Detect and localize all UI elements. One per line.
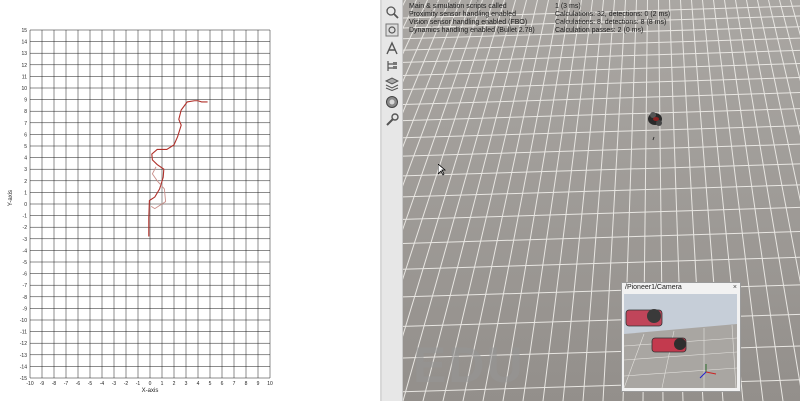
y-tick-label: -8 [23, 295, 28, 301]
camera-floating-view[interactable]: /Pioneer1/Camera × [621, 282, 741, 392]
y-tick-label: -4 [23, 248, 28, 254]
x-tick-label: 8 [245, 381, 248, 387]
x-tick-label: -5 [88, 381, 93, 387]
x-tick-label: 10 [267, 381, 273, 387]
scene-hierarchy-icon[interactable] [384, 58, 400, 74]
x-tick-label: -4 [100, 381, 105, 387]
y-tick-label: 3 [24, 167, 27, 173]
object-properties-icon[interactable] [384, 112, 400, 128]
plot-grid [29, 29, 271, 379]
y-tick-labels: 1514131211109876543210-1-2-3-4-5-6-7-8-9… [20, 28, 27, 382]
plot-series [148, 100, 208, 237]
y-tick-label: 8 [24, 109, 27, 115]
x-tick-label: 4 [197, 381, 200, 387]
y-tick-label: -5 [23, 260, 28, 266]
zoom-icon[interactable] [384, 4, 400, 20]
y-tick-label: -11 [20, 330, 27, 336]
info-value: Calculations: 8, detections: 8 (8 ms) [555, 19, 667, 26]
x-tick-label: -10 [26, 381, 33, 387]
y-tick-label: -9 [23, 306, 28, 312]
y-tick-label: -15 [20, 376, 27, 382]
trajectory-plot: -10 -9 -8 -7 -6 -5 -4 -3 -2 -1 0 1 2 3 4 5 6 7 8 9 10 151413… [8, 28, 273, 394]
y-tick-label: -10 [20, 318, 27, 324]
mouse-cursor-icon [437, 163, 447, 181]
layers-icon[interactable] [384, 76, 400, 92]
y-tick-label: -14 [20, 364, 27, 370]
x-tick-label: -6 [76, 381, 81, 387]
y-tick-label: 7 [24, 121, 27, 127]
info-value: 1 (3 ms) [555, 3, 581, 10]
info-value: Calculation passes: 2 (0 ms) [555, 27, 644, 34]
close-icon[interactable]: × [733, 283, 737, 293]
x-tick-label: 7 [233, 381, 236, 387]
y-axis-label: Y-axis [8, 190, 14, 206]
y-tick-label: 9 [24, 98, 27, 104]
y-tick-label: 1 [24, 190, 27, 196]
y-tick-label: 2 [24, 179, 27, 185]
x-tick-label: 0 [149, 381, 152, 387]
y-tick-label: -2 [23, 225, 28, 231]
y-tick-label: -13 [20, 353, 27, 359]
y-tick-label: 5 [24, 144, 27, 150]
x-tick-label: 3 [185, 381, 188, 387]
y-tick-label: -12 [20, 341, 27, 347]
y-tick-label: 15 [21, 28, 27, 34]
camera-image [624, 294, 737, 388]
y-tick-label: 14 [21, 40, 27, 46]
camera-icon[interactable] [384, 94, 400, 110]
info-line: Vision sensor handling enabled (FBO) [409, 19, 528, 26]
y-tick-label: 4 [24, 156, 27, 162]
x-tick-label: -9 [40, 381, 45, 387]
x-axis-label: X-axis [142, 388, 159, 394]
trajectory-line [148, 100, 208, 237]
edu-watermark: EDU [413, 337, 525, 393]
x-tick-label: 2 [173, 381, 176, 387]
x-tick-label: 1 [161, 381, 164, 387]
3d-scene-view[interactable]: Main & simulation scripts called Main & … [403, 0, 800, 401]
y-tick-label: 6 [24, 132, 27, 138]
fit-view-icon[interactable] [384, 22, 400, 38]
y-tick-label: 12 [21, 63, 27, 69]
y-tick-label: 11 [22, 74, 27, 80]
x-tick-label: 6 [221, 381, 224, 387]
x-tick-label: -3 [112, 381, 117, 387]
y-tick-label: -7 [23, 283, 28, 289]
x-tick-label: -7 [64, 381, 69, 387]
y-tick-label: 10 [21, 86, 27, 92]
y-tick-label: -1 [23, 214, 28, 220]
y-tick-label: 0 [24, 202, 27, 208]
info-value: Calculations: 32, detections: 0 (2 ms) [555, 11, 671, 18]
y-tick-label: 13 [21, 51, 27, 57]
object-move-icon[interactable] [384, 40, 400, 56]
x-tick-label: 9 [257, 381, 260, 387]
y-tick-label: -6 [23, 272, 28, 278]
camera-window-title: /Pioneer1/Camera [625, 284, 682, 291]
view-toolbar [382, 0, 403, 401]
x-tick-labels: -10 -9 -8 -7 -6 -5 -4 -3 -2 -1 0 1 2 3 4 5 6 7 8 9 10 [26, 381, 273, 387]
info-line: Dynamics handling enabled (Bullet 2.78) [409, 27, 535, 34]
info-line: Main & simulation scripts called [409, 3, 507, 10]
x-tick-label: -2 [124, 381, 129, 387]
trajectory-plot-panel: -10 -9 -8 -7 -6 -5 -4 -3 -2 -1 0 1 2 3 4 5 6 7 8 9 10 15 14 13… [0, 0, 380, 401]
info-line: Proximity sensor handling enabled [409, 11, 517, 18]
x-tick-label: 5 [209, 381, 212, 387]
y-tick-label: -3 [23, 237, 28, 243]
x-tick-label: -1 [136, 381, 141, 387]
x-tick-label: -8 [52, 381, 57, 387]
